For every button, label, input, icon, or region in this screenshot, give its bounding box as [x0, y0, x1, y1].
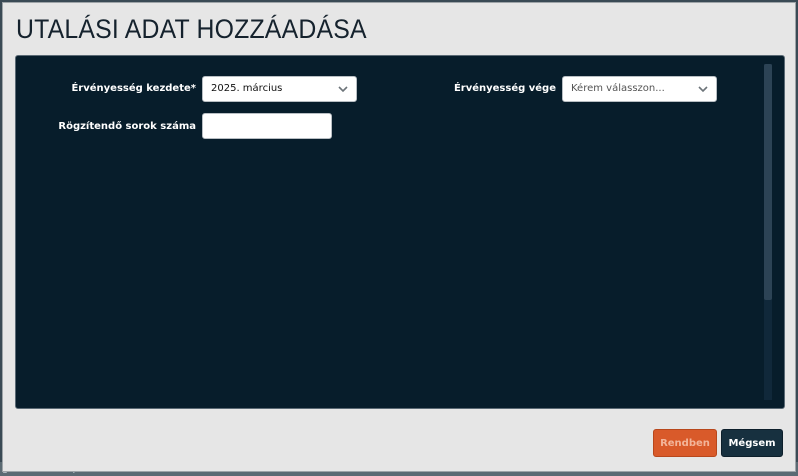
validity-end-placeholder: Kérem válasszon...: [571, 83, 665, 94]
chevron-down-icon: [338, 86, 348, 93]
chevron-down-icon: [698, 86, 708, 93]
scrollbar[interactable]: [764, 64, 772, 400]
cancel-button[interactable]: Mégsem: [721, 429, 783, 457]
scrollbar-thumb[interactable]: [764, 64, 772, 300]
validity-end-select[interactable]: Kérem válasszon...: [562, 76, 717, 102]
ok-button[interactable]: Rendben: [653, 429, 717, 457]
validity-start-select[interactable]: 2025. március: [202, 76, 357, 102]
row-count-input[interactable]: [202, 113, 332, 139]
validity-start-value: 2025. március: [211, 83, 283, 94]
row-count-label: Rögzítendő sorok száma: [58, 121, 196, 132]
add-transfer-data-dialog: UTALÁSI ADAT HOZZÁADÁSA Érvényesség kezd…: [2, 2, 796, 472]
validity-start-label: Érvényesség kezdete*: [71, 83, 196, 94]
dialog-title: UTALÁSI ADAT HOZZÁADÁSA: [16, 14, 367, 44]
form-panel: Érvényesség kezdete* 2025. március Érvén…: [15, 55, 785, 409]
validity-end-label: Érvényesség vége: [453, 83, 556, 94]
